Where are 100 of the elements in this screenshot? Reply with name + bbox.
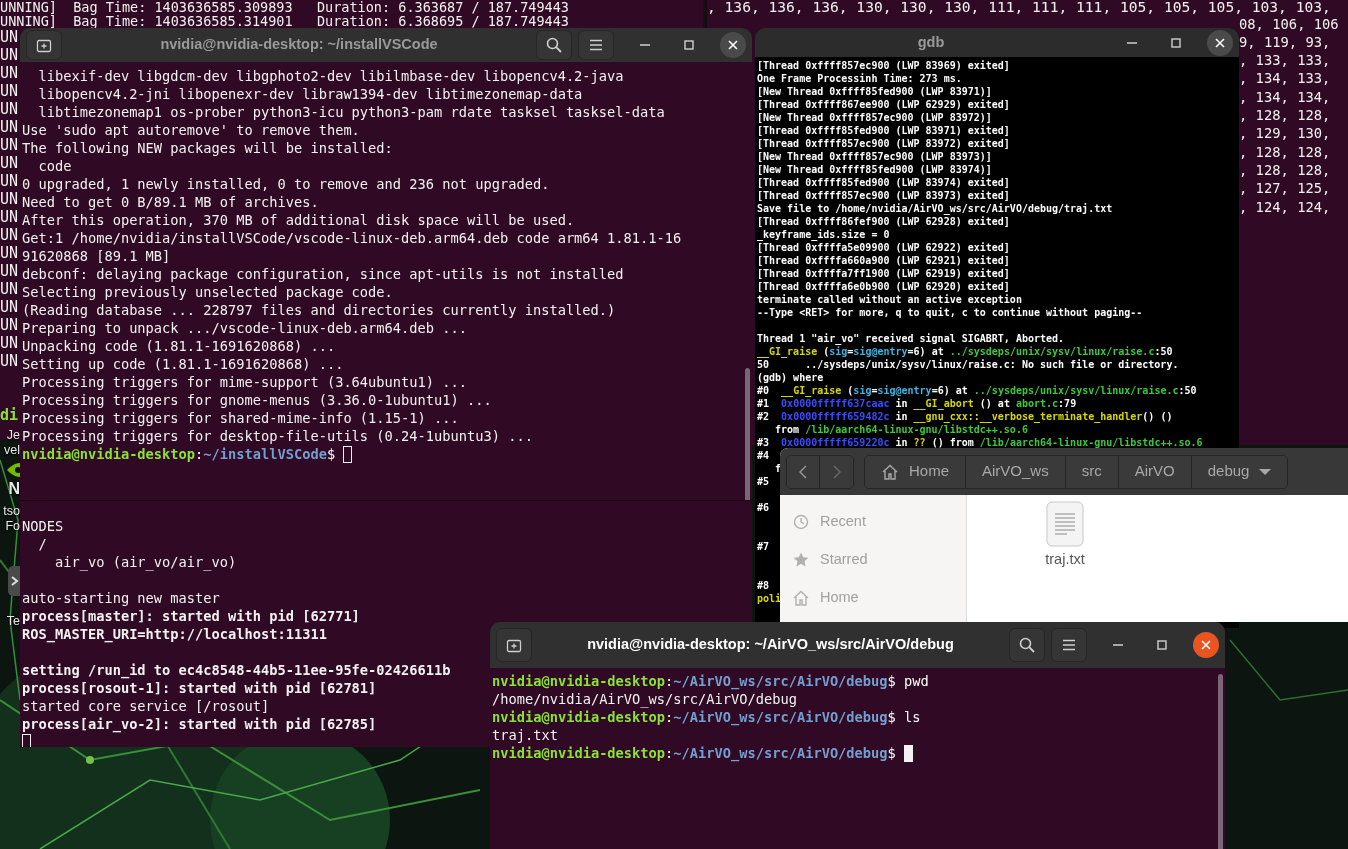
path-button[interactable]: Home <box>865 455 966 488</box>
terminal-line: 0 upgraded, 1 newly installed, 0 to remove and 236 not upgraded. <box>22 175 550 193</box>
terminal-line: UN <box>0 352 19 370</box>
terminal-line: libexif-dev libgdcm-dev libgphoto2-dev libilmbase-dev libopencv4.2-java <box>37 67 624 85</box>
search-button[interactable] <box>1009 628 1045 662</box>
close-icon <box>1199 638 1213 652</box>
file-name[interactable]: traj.txt <box>1045 549 1085 571</box>
terminal-line: #3 0x0000fffff659220c in ?? () from /lib/aarch64-linux-gnu/libstdc++.so.6 <box>757 436 1203 449</box>
search-button[interactable] <box>536 30 572 60</box>
terminal-line: , 124, 124, <box>1239 197 1331 216</box>
close-button[interactable] <box>720 32 746 58</box>
desktop-icon-label[interactable]: N <box>0 482 20 496</box>
terminal-line: _keyframe_ids.size = 0 <box>757 228 890 241</box>
desktop-icon-label[interactable]: vel <box>0 443 20 457</box>
terminal-line: Processing triggers for gnome-menus (3.36.0-1ubuntu1) ... <box>22 391 492 409</box>
close-button[interactable] <box>1193 632 1219 658</box>
terminal-line: 08, 106, 106 <box>1239 14 1339 33</box>
terminal-line: nvidia@nvidia-desktop:~/AirVO_ws/src/AirVO/debug$ <box>492 744 897 762</box>
desktop-icon-label[interactable]: Te <box>0 614 20 628</box>
terminal-line: 9, 119, 93, <box>1239 32 1331 52</box>
terminal-line: libopencv4.2-jni libopenexr-dev libraw1394-dev libtimezonemap-data <box>37 85 583 103</box>
terminal-line: [New Thread 0xffff85fed900 (LWP 83971)] <box>757 85 992 98</box>
terminal-line: UN <box>0 118 19 136</box>
terminal-line: di <box>0 406 19 424</box>
scrollbar[interactable] <box>1218 674 1223 849</box>
menu-button[interactable] <box>578 30 614 60</box>
terminal-line: UN <box>0 64 19 82</box>
text-cursor <box>343 445 353 463</box>
terminal-line: (Reading database ... 228797 files and directories currently installed.) <box>22 301 616 319</box>
terminal-line: (gdb) where <box>757 371 824 384</box>
terminal-line: #7 <box>757 540 770 553</box>
desktop-icon-label[interactable]: Je <box>0 428 20 442</box>
terminal-line: debconf: delaying package configuration, since apt-utils is not installed <box>22 265 624 283</box>
terminal-line: , 134, 134, <box>1239 87 1331 107</box>
new-tab-button[interactable] <box>26 30 62 60</box>
terminal-line: Processing triggers for shared-mime-info (1.15-1) ... <box>22 409 459 427</box>
clock-icon <box>792 513 810 531</box>
terminal-line: UN <box>0 316 19 334</box>
terminal-line: process[rosout-1]: started with pid [62781] <box>22 679 377 697</box>
terminal-line: UN <box>0 46 19 64</box>
terminal-line: , 134, 133, <box>1239 69 1331 88</box>
terminal-line: #4 <box>757 449 770 462</box>
terminal-line: Thread 1 "air_vo" received signal SIGABRT, Aborted. <box>757 332 1065 345</box>
terminal-line: UNNING] Bag Time: 1403636585.309893 Duration: 6.363687 / 187.749443 <box>0 0 569 15</box>
terminal-line: code <box>37 157 72 175</box>
close-icon <box>1213 35 1227 50</box>
terminal-icon <box>8 566 20 596</box>
maximize-icon <box>1155 638 1169 652</box>
close-button[interactable] <box>1207 29 1233 56</box>
terminal-line: , 128, 128, <box>1239 106 1331 125</box>
terminal-line: [Thread 0xffffa7ff1900 (LWP 62919) exited] <box>757 267 1010 280</box>
terminal-line: libtimezonemap1 os-prober python3-icu python3-pam rdate tasksel tasksel-data <box>37 103 665 121</box>
window-title: nvidia@nvidia-desktop: ~/installVSCode <box>159 35 439 55</box>
terminal-line: __GI_raise (sig=sig@entry=6) at ../sysdeps/unix/sysv/linux/raise.c:50 <box>757 345 1173 358</box>
terminal-line: terminate called without an active exception <box>757 293 1022 306</box>
terminal-line: Use 'sudo apt autoremove' to remove them. <box>22 121 360 139</box>
minimize-icon <box>1127 41 1137 44</box>
terminal-line: Get:1 /home/nvidia/installVSCode/vscode-linux-deb.arm64.deb code arm64 1.81.1-16 <box>22 229 682 247</box>
text-cursor <box>22 733 31 747</box>
terminal-line: UN <box>0 154 19 172</box>
desktop-icon-label[interactable]: Fo <box>0 519 20 533</box>
terminal-line: After this operation, 370 MB of additional disk space will be used. <box>22 211 575 229</box>
close-icon <box>726 38 740 52</box>
menu-button[interactable] <box>1051 628 1087 662</box>
desktop-icon-label[interactable]: tso <box>0 504 20 518</box>
terminal-line: , 128, 128, <box>1239 142 1331 161</box>
window-title: nvidia@nvidia-desktop: ~/AirVO_ws/src/AirVO/debug <box>586 635 955 655</box>
terminal-line: One Frame Processinh Time: 273 ms. <box>757 72 962 85</box>
scrollbar[interactable] <box>745 368 750 500</box>
terminal-line: [Thread 0xffff857ec900 (LWP 83972) exited] <box>757 137 1010 150</box>
home-icon <box>792 589 810 607</box>
terminal-line: #2 0x0000fffff659482c in __gnu_cxx::__verbose_terminate_handler() () <box>757 410 1173 423</box>
search-icon <box>1018 636 1036 654</box>
terminal-line: setting /run_id to ec4c8548-44b5-11ee-95fe-02426611b <box>22 661 451 679</box>
terminal-line: UN <box>0 136 19 154</box>
terminal-line: [New Thread 0xffff857ec900 (LWP 83972)] <box>757 111 992 124</box>
terminal-line: started core service [/rosout] <box>22 697 270 715</box>
star-icon <box>792 551 810 569</box>
terminal-line: The following NEW packages will be installed: <box>22 139 393 157</box>
caret-icon <box>1259 467 1272 476</box>
terminal-line: #0 __GI_raise (sig=sig@entry=6) at ../sysdeps/unix/sysv/linux/raise.c:50 <box>757 384 1197 397</box>
terminal-line: nvidia@nvidia-desktop:~/installVSCode$ <box>22 445 337 463</box>
terminal-line: from /lib/aarch64-linux-gnu/libstdc++.so.6 <box>774 423 1028 436</box>
terminal-line: auto-starting new master <box>22 589 220 607</box>
chevron-left-icon <box>798 463 808 480</box>
terminal-line: /home/nvidia/AirVO_ws/src/AirVO/debug <box>492 690 797 708</box>
terminal-line: [Thread 0xffff857ec900 (LWP 83973) exited] <box>757 189 1010 202</box>
terminal-line: , 133, 133, <box>1239 51 1331 70</box>
new-tab-button[interactable] <box>496 628 532 662</box>
terminal-line: / <box>37 535 47 553</box>
terminal-line: UN <box>0 28 19 46</box>
text-cursor <box>904 744 914 762</box>
terminal-line: f <box>774 462 782 475</box>
terminal-line: UN <box>0 190 19 208</box>
back-button[interactable] <box>787 455 820 488</box>
chevron-right-icon <box>831 463 842 480</box>
terminal-line: [Thread 0xffffa6e0b900 (LWP 62920) exited] <box>757 280 1010 293</box>
terminal-line: UN <box>0 82 19 100</box>
terminal-line: Selecting previously unselected package code. <box>22 283 393 301</box>
terminal-line: UN <box>0 244 19 262</box>
